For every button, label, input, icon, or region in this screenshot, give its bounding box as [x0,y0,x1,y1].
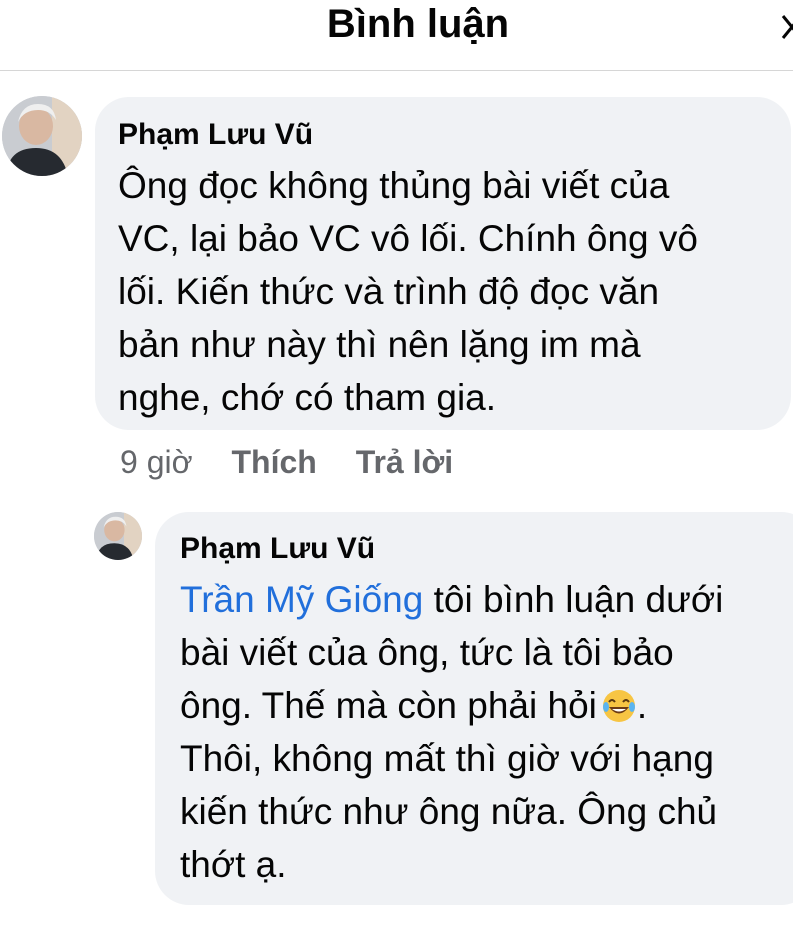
comment-text-line: VC, lại bảo VC vô lối. Chính ông vô [118,218,698,259]
comment-author[interactable]: Phạm Lưu Vũ [118,117,313,153]
avatar[interactable] [2,96,82,176]
page-title: Bình luận [326,2,510,46]
reply-text-line: thớt ạ. [180,844,287,885]
reply-avatar[interactable] [94,512,142,560]
reply-text-line: kiến thức như ông nữa. Ông chủ [180,791,718,832]
comment-text-line: nghe, chớ có tham gia. [118,377,497,418]
comment-text-line: Ông đọc không thủng bài viết của [118,165,670,206]
like-button[interactable]: Thích [231,444,316,480]
reply-text-segment: tôi bình luận dưới [423,579,724,620]
comment-text: Ông đọc không thủng bài viết của VC, lại… [118,159,698,424]
reply-text: Trần Mỹ Giống tôi bình luận dưới bài viế… [180,573,723,891]
close-icon[interactable] [777,4,793,44]
reply-text-segment: ông. Thế mà còn phải hỏi [180,685,597,726]
mention-link[interactable]: Trần Mỹ Giống [180,579,423,620]
comment-text-line: bản như này thì nên lặng im mà [118,324,641,365]
comment-time: 9 giờ [120,444,193,480]
laughing-tears-emoji-icon [601,688,637,724]
reply-button[interactable]: Trả lời [356,444,453,480]
comments-header: Bình luận [0,0,793,71]
reply-text-line: bài viết của ông, tức là tôi bảo [180,632,674,673]
reply-author[interactable]: Phạm Lưu Vũ [180,531,375,567]
comment-text-line: lối. Kiến thức và trình độ đọc văn [118,271,660,312]
reply-text-line: Thôi, không mất thì giờ với hạng [180,738,714,779]
reply-text-segment: . [636,685,648,726]
reply-text-line: ông. Thế mà còn phải hỏi. [180,679,723,732]
reply-text-line: Trần Mỹ Giống tôi bình luận dưới [180,573,723,626]
comment-meta: 9 giờ Thích Trả lời [120,442,453,482]
